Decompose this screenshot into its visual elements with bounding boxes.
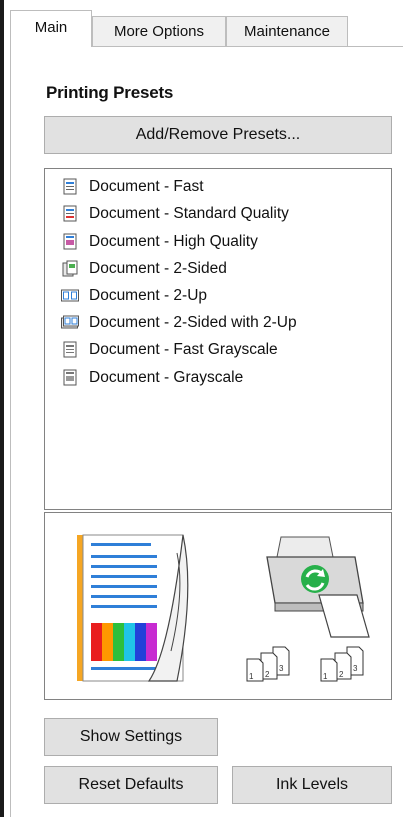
copies-number: 1 <box>249 672 254 681</box>
preset-label: Document - 2-Up <box>89 287 208 304</box>
copies-number: 1 <box>323 672 328 681</box>
print-preview-panel: 1 2 3 1 2 3 <box>44 512 392 700</box>
copies-number: 2 <box>339 670 344 679</box>
tab-maintenance[interactable]: Maintenance <box>226 16 348 46</box>
reset-defaults-label: Reset Defaults <box>78 776 184 793</box>
document-fast-icon <box>63 178 77 195</box>
document-grayscale-icon <box>63 369 77 386</box>
tab-main-label: Main <box>34 19 68 36</box>
document-2-sided-2-up-icon <box>61 315 79 329</box>
ink-levels-button[interactable]: Ink Levels <box>232 766 392 804</box>
window-left-border <box>0 0 4 817</box>
document-standard-icon <box>63 205 77 222</box>
ink-levels-label: Ink Levels <box>275 776 349 793</box>
printer-icon <box>266 536 370 638</box>
document-2-sided-icon <box>62 260 78 277</box>
preset-label: Document - Fast Grayscale <box>89 341 278 358</box>
preset-label: Document - Standard Quality <box>89 205 289 222</box>
copies-number: 2 <box>265 670 270 679</box>
reset-defaults-button[interactable]: Reset Defaults <box>44 766 218 804</box>
show-settings-button[interactable]: Show Settings <box>44 718 218 756</box>
tab-maintenance-label: Maintenance <box>244 23 330 40</box>
printing-presets-title: Printing Presets <box>46 83 174 102</box>
preset-label: Document - Fast <box>89 178 204 195</box>
tab-main[interactable]: Main <box>10 10 92 47</box>
copies-icon: 1 2 3 <box>320 646 364 682</box>
preset-label: Document - 2-Sided <box>89 260 227 277</box>
document-high-quality-icon <box>63 233 77 250</box>
add-remove-presets-label: Add/Remove Presets... <box>135 126 301 143</box>
show-settings-label: Show Settings <box>79 728 183 745</box>
preset-list[interactable]: Document - Fast Document - Standard Qual… <box>44 168 392 510</box>
copies-icon: 1 2 3 <box>246 646 290 682</box>
document-fast-grayscale-icon <box>63 341 77 358</box>
preset-label: Document - 2-Sided with 2-Up <box>89 314 297 331</box>
tab-more-options-label: More Options <box>113 23 205 40</box>
preset-label: Document - Grayscale <box>89 369 244 386</box>
document-2-up-icon <box>61 289 79 302</box>
copies-number: 3 <box>353 664 358 673</box>
page-preview-icon <box>77 534 189 682</box>
add-remove-presets-button[interactable]: Add/Remove Presets... <box>44 116 392 154</box>
tab-more-options[interactable]: More Options <box>92 16 226 46</box>
copies-number: 3 <box>279 664 284 673</box>
preset-label: Document - High Quality <box>89 233 258 250</box>
